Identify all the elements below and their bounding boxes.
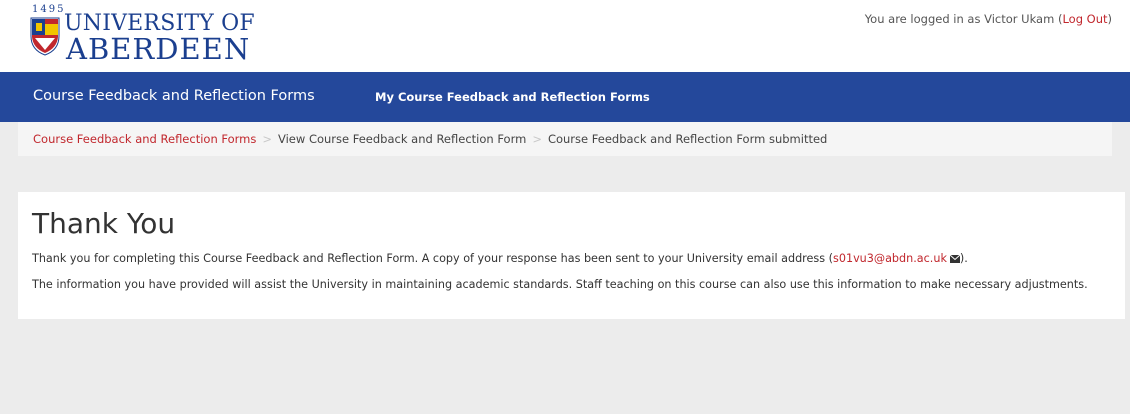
logo-text-line2: ABERDEEN [66,32,251,66]
info-message: The information you have provided will a… [32,278,1088,291]
envelope-icon [949,255,960,263]
confirmation-text: Thank you for completing this Course Fee… [32,252,833,265]
main-navbar: Course Feedback and Reflection Forms My … [0,72,1130,122]
breadcrumb: Course Feedback and Reflection Forms > Vie… [18,122,1112,156]
email-address: s01vu3@abdn.ac.uk [833,252,947,265]
university-crest-icon [30,17,60,56]
nav-my-forms-link[interactable]: My Course Feedback and Reflection Forms [375,90,650,104]
confirmation-text-end: ). [959,252,968,265]
breadcrumb-item-forms[interactable]: Course Feedback and Reflection Forms [33,132,256,146]
breadcrumb-separator-icon: > [532,132,542,146]
nav-brand-link[interactable]: Course Feedback and Reflection Forms [33,88,315,104]
breadcrumb-item-view-form: View Course Feedback and Reflection Form [278,132,527,146]
content-panel: Thank You Thank you for completing this … [18,192,1125,319]
logout-link[interactable]: Log Out [1062,12,1107,26]
university-logo[interactable]: 1495 UNIVERSITY OF ABERDEEN [30,4,260,66]
site-header: 1495 UNIVERSITY OF ABERDEEN You are logg… [0,0,1130,72]
logo-year: 1495 [32,4,66,15]
login-suffix: ) [1107,12,1113,26]
breadcrumb-item-submitted: Course Feedback and Reflection Form subm… [547,132,828,146]
login-prefix: You are logged in as Victor Ukam ( [864,12,1063,26]
confirmation-message: Thank you for completing this Course Fee… [32,251,1102,267]
page-title: Thank You [32,207,176,240]
email-link[interactable]: s01vu3@abdn.ac.uk [833,252,960,265]
login-status: You are logged in as Victor Ukam (Log Ou… [865,12,1112,26]
breadcrumb-separator-icon: > [262,132,272,146]
